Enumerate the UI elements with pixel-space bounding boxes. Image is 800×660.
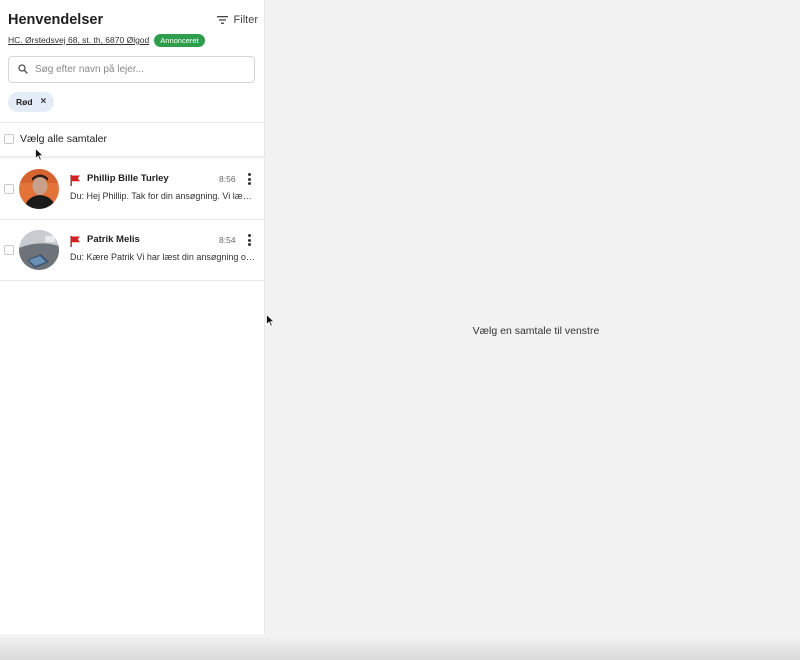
conversation-time: 8:54 [219, 235, 236, 245]
filter-button[interactable]: Filter [216, 14, 258, 26]
red-flag-icon[interactable] [70, 234, 80, 252]
divider [0, 122, 265, 123]
avatar [19, 169, 59, 209]
search-box [8, 56, 255, 83]
search-icon [9, 61, 28, 79]
conversation-item[interactable]: Patrik Melis 8:54 Du: Kære Patrik Vi har… [0, 220, 265, 281]
select-all-row[interactable]: Vælg alle samtaler [4, 133, 107, 145]
conversation-name: Patrik Melis [87, 234, 140, 245]
app-window: Henvendelser Filter HC. Ørstedsvej 68, s… [0, 0, 800, 660]
status-badge: Annonceret [154, 33, 205, 47]
more-options-icon[interactable] [246, 173, 252, 185]
conversation-name: Phillip Bille Turley [87, 173, 169, 184]
filter-chip-label: Rød [16, 97, 33, 107]
conversation-checkbox[interactable] [4, 245, 14, 255]
property-info: HC. Ørstedsvej 68, st. th, 6870 Ølgod An… [8, 33, 205, 47]
close-icon[interactable]: × [41, 97, 47, 107]
filter-label: Filter [233, 14, 258, 26]
conversation-preview: Du: Hej Phillip. Tak for din ansøgning. … [70, 191, 255, 201]
select-all-label: Vælg alle samtaler [20, 133, 107, 145]
filter-icon [216, 16, 228, 24]
search-input[interactable] [35, 64, 235, 75]
conversation-item[interactable]: Phillip Bille Turley 8:56 Du: Hej Philli… [0, 159, 265, 220]
filter-chip-rod[interactable]: Rød × [8, 92, 55, 112]
more-options-icon[interactable] [246, 234, 252, 246]
window-bottom-edge [0, 634, 800, 660]
select-all-checkbox[interactable] [4, 134, 14, 144]
conversation-list-panel: Henvendelser Filter HC. Ørstedsvej 68, s… [0, 0, 265, 636]
panel-header: Henvendelser Filter [8, 12, 258, 32]
empty-state-message: Vælg en samtale til venstre [472, 325, 600, 337]
conversation-time: 8:56 [219, 174, 236, 184]
conversation-checkbox[interactable] [4, 184, 14, 194]
conversation-preview: Du: Kære Patrik Vi har læst din ansøgnin… [70, 252, 255, 262]
red-flag-icon[interactable] [70, 173, 80, 191]
avatar [19, 230, 59, 270]
page-title: Henvendelser [8, 12, 104, 28]
property-address-link[interactable]: HC. Ørstedsvej 68, st. th, 6870 Ølgod [8, 35, 149, 45]
conversation-detail-panel: Vælg en samtale til venstre [266, 0, 800, 636]
